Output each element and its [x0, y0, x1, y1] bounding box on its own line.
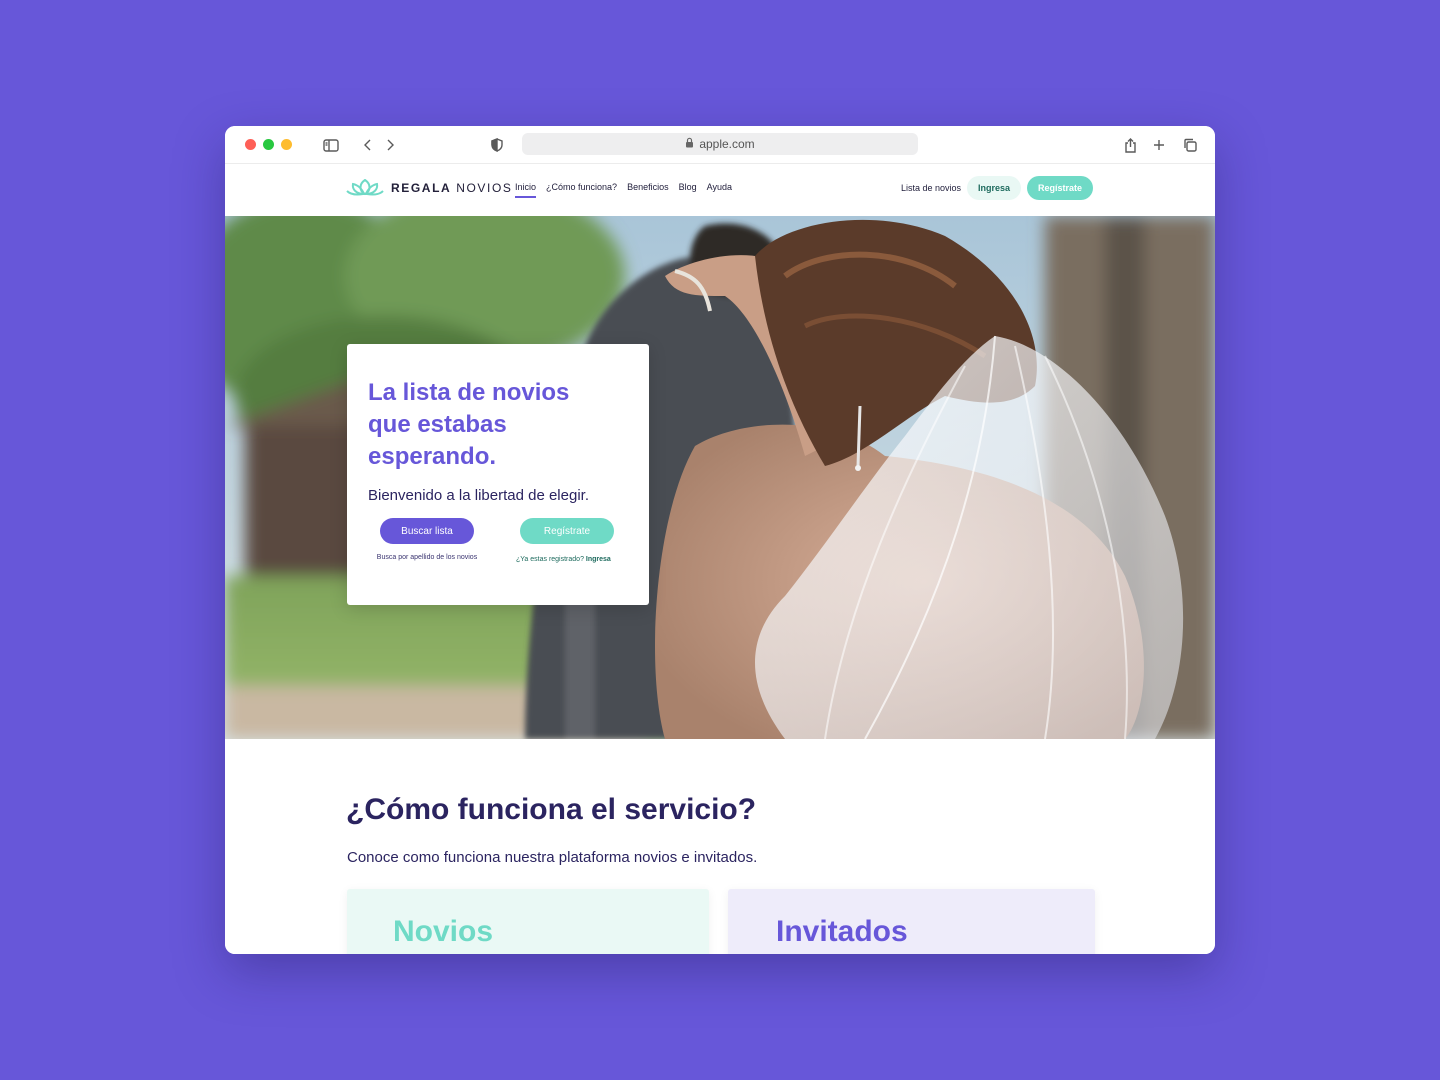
already-registered-text: ¿Ya estas registrado? Ingresa [516, 556, 611, 563]
hero-register-button[interactable]: Regístrate [520, 518, 614, 544]
hero-title: La lista de novios que estabas esperando… [368, 379, 570, 470]
hero-actions: Buscar lista Regístrate Busca por apelli… [368, 518, 628, 588]
nav-link-lista-de-novios[interactable]: Lista de novios [901, 183, 961, 193]
nav-link-blog[interactable]: Blog [679, 182, 697, 198]
shield-icon[interactable] [487, 135, 507, 155]
minimize-window-button[interactable] [281, 139, 292, 150]
hero-card: La lista de novios que estabas esperando… [347, 344, 649, 605]
hero-section: La lista de novios que estabas esperando… [225, 216, 1215, 739]
main-nav: Inicio ¿Cómo funciona? Beneficios Blog A… [515, 182, 732, 198]
url-text: apple.com [699, 137, 755, 151]
browser-toolbar: apple.com [225, 126, 1215, 164]
section-title: ¿Cómo funciona el servicio? [346, 793, 757, 826]
nav-actions: Lista de novios Ingresa Regístrate [901, 176, 1093, 200]
nav-link-como-funciona[interactable]: ¿Cómo funciona? [546, 182, 617, 198]
forward-icon[interactable] [380, 135, 400, 155]
tabs-icon[interactable] [1180, 135, 1200, 155]
share-icon[interactable] [1120, 135, 1140, 155]
nav-link-beneficios[interactable]: Beneficios [627, 182, 669, 198]
section-subtitle: Conoce como funciona nuestra plataforma … [347, 849, 758, 866]
back-icon[interactable] [358, 135, 378, 155]
novios-card-title: Novios [393, 915, 494, 948]
search-hint: Busca por apellido de los novios [376, 554, 478, 561]
maximize-window-button[interactable] [263, 139, 274, 150]
invitados-card[interactable]: Invitados [728, 889, 1095, 954]
logo[interactable]: REGALA NOVIOS [345, 179, 513, 197]
site-header: REGALA NOVIOS Inicio ¿Cómo funciona? Ben… [225, 164, 1215, 216]
novios-card[interactable]: Novios [347, 889, 709, 954]
hero-subtitle: Bienvenido a la libertad de elegir. [368, 487, 589, 504]
sidebar-icon[interactable] [321, 135, 341, 155]
address-bar[interactable]: apple.com [522, 133, 918, 155]
how-it-works-section: ¿Cómo funciona el servicio? Conoce como … [225, 739, 1215, 954]
invitados-card-title: Invitados [776, 915, 908, 948]
lotus-logo-icon [346, 179, 384, 196]
register-button[interactable]: Regístrate [1027, 176, 1093, 200]
nav-link-ayuda[interactable]: Ayuda [707, 182, 732, 198]
nav-link-inicio[interactable]: Inicio [515, 182, 537, 198]
browser-window: apple.com REGALA NOVIOS Inicio ¿Cómo fun [225, 126, 1215, 954]
close-window-button[interactable] [245, 139, 256, 150]
search-list-button[interactable]: Buscar lista [380, 518, 474, 544]
lock-icon [685, 137, 694, 151]
plus-icon[interactable] [1149, 135, 1169, 155]
logo-text: REGALA NOVIOS [391, 181, 513, 195]
login-button[interactable]: Ingresa [967, 176, 1021, 200]
hero-login-link[interactable]: Ingresa [586, 556, 611, 563]
